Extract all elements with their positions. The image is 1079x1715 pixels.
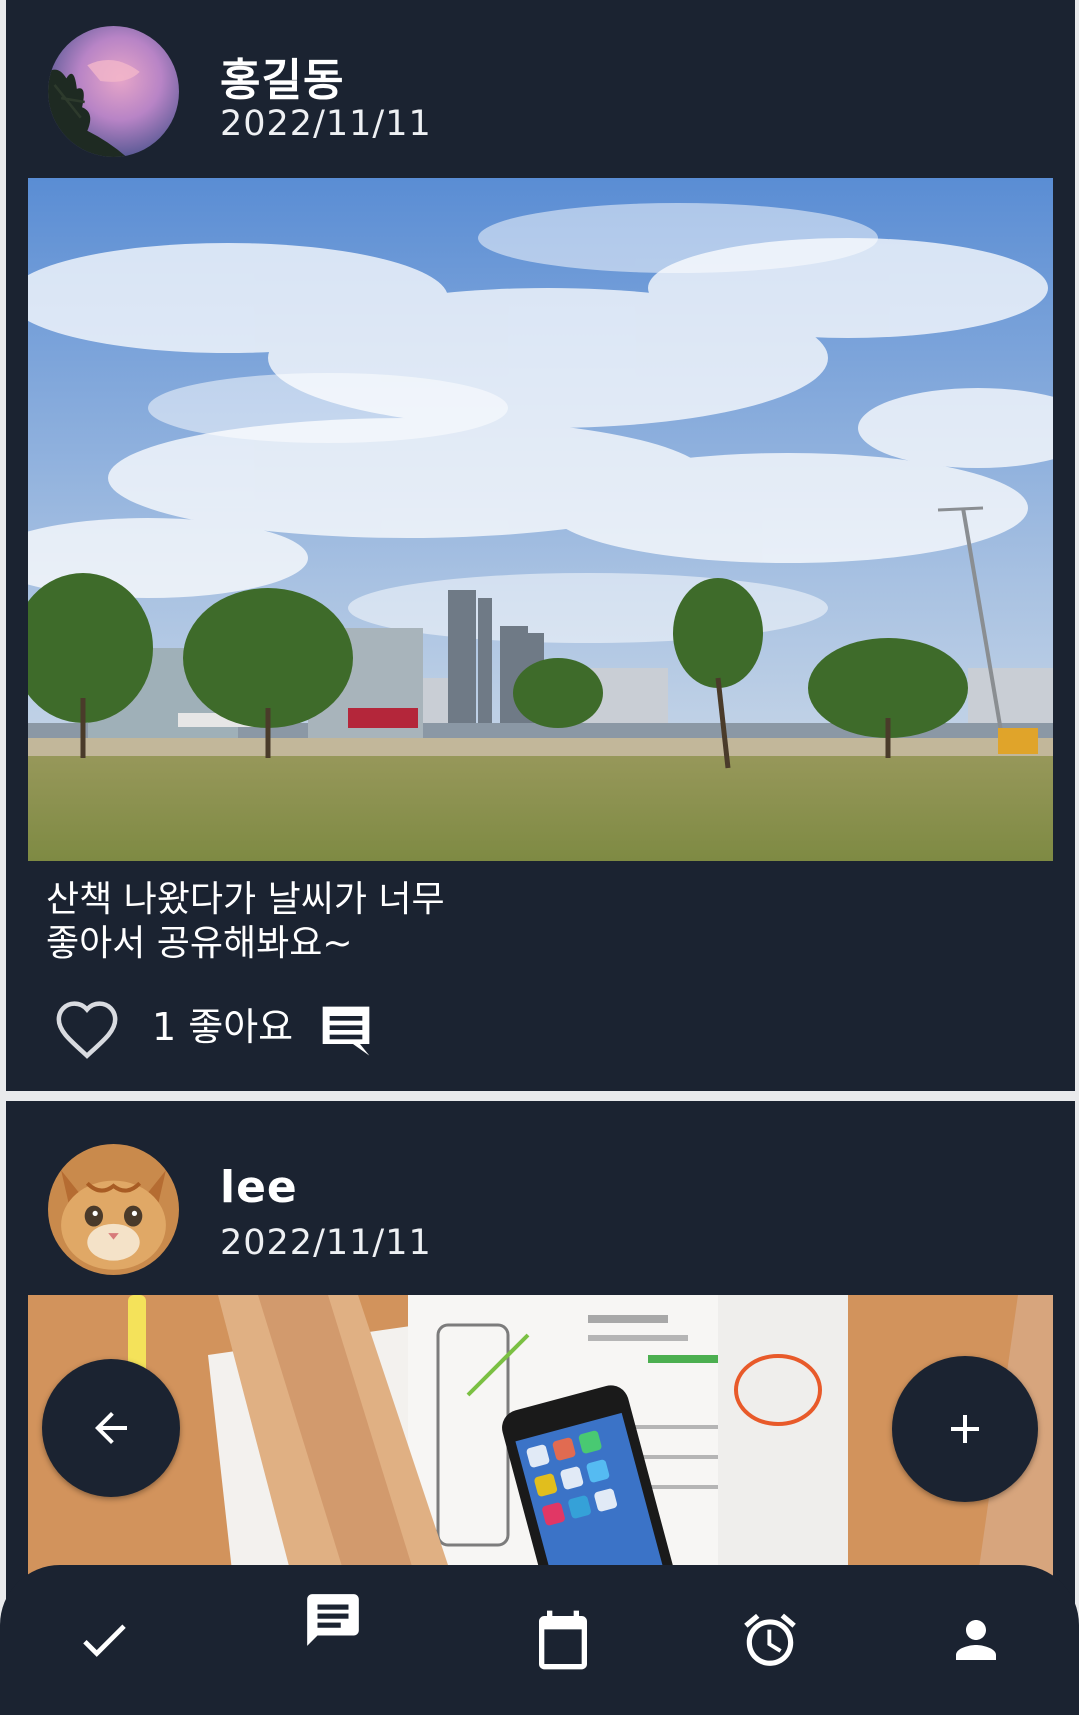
alarm-icon: [744, 1613, 796, 1666]
plus-icon: [951, 1415, 979, 1443]
post-author-name[interactable]: 홍길동: [220, 44, 344, 108]
nav-item-profile[interactable]: [926, 1565, 1026, 1715]
bottom-navigation-bar: [0, 1565, 1079, 1715]
nav-item-todo[interactable]: [54, 1565, 154, 1715]
nav-item-alarm[interactable]: [720, 1565, 820, 1715]
person-icon: [956, 1620, 996, 1660]
post-actions: 1 좋아요: [52, 992, 452, 1059]
post-caption: 산책 나왔다가 날씨가 너무 좋아서 공유해봐요~: [46, 879, 445, 964]
check-icon: [83, 1624, 126, 1657]
chat-icon: [307, 1594, 359, 1646]
post-card: 홍길동 2022/11/11 산책 나왔다가 날씨가 너무 좋아서 공유해봐요~…: [6, 0, 1075, 1091]
comment-icon[interactable]: [318, 1002, 374, 1058]
back-fab-button[interactable]: [42, 1359, 180, 1497]
kitten-avatar: [48, 1144, 179, 1275]
post-date: 2022/11/11: [220, 1223, 432, 1263]
arrow-left-icon: [95, 1412, 127, 1444]
riverside-park-cityscape-photo: [28, 178, 1053, 861]
nav-item-calendar[interactable]: [513, 1565, 613, 1715]
add-post-fab-button[interactable]: [892, 1356, 1038, 1502]
like-count: 1 좋아요: [152, 1005, 294, 1049]
author-avatar[interactable]: [48, 1144, 179, 1275]
author-avatar[interactable]: [48, 26, 179, 157]
post-author-name[interactable]: lee: [220, 1162, 298, 1213]
post-date: 2022/11/11: [220, 104, 432, 144]
pink-sunset-sky-avatar: [48, 26, 179, 157]
post-photo[interactable]: [28, 178, 1053, 861]
calendar-icon: [539, 1610, 587, 1670]
nav-item-chat[interactable]: [283, 1545, 383, 1695]
heart-outline-icon[interactable]: [52, 998, 122, 1060]
